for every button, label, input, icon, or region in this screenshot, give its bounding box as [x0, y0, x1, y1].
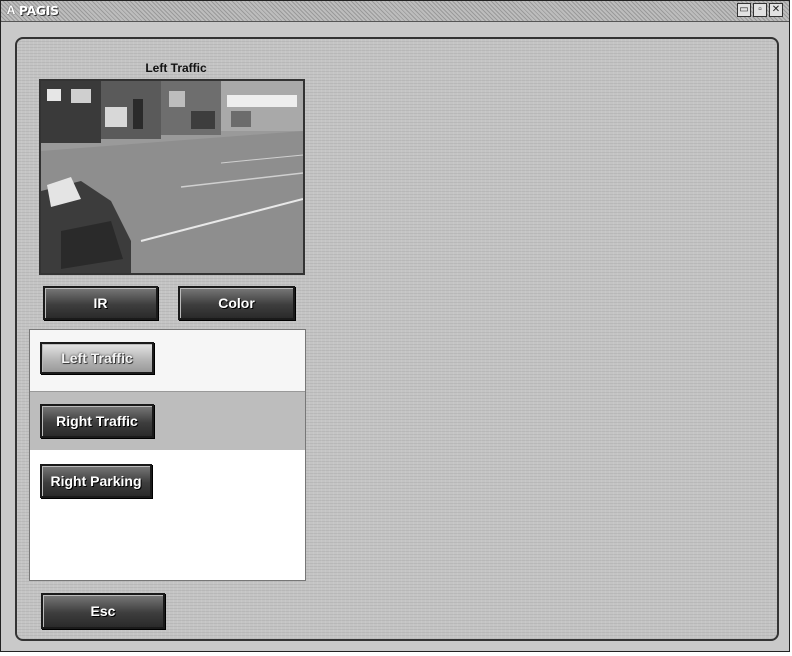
color-button[interactable]: Color	[178, 286, 295, 320]
camera-feed	[39, 79, 305, 275]
traffic-camera-image	[41, 81, 303, 273]
close-icon[interactable]: ✕	[769, 3, 783, 17]
list-row-right-traffic: Right Traffic	[30, 392, 305, 450]
right-parking-button[interactable]: Right Parking	[40, 464, 152, 498]
list-row-right-parking: Right Parking	[30, 450, 305, 582]
list-row-left-traffic: Left Traffic	[30, 330, 305, 392]
camera-title: Left Traffic	[145, 61, 207, 75]
minimize-icon[interactable]: ▭	[737, 3, 751, 17]
pagis-window: A PAGIS ▭ ▫ ✕ Left Traffic IR Color Left…	[0, 0, 790, 652]
restore-icon[interactable]: ▫	[753, 3, 767, 17]
app-logo-icon: A	[6, 3, 16, 17]
esc-button[interactable]: Esc	[41, 593, 165, 629]
right-traffic-button[interactable]: Right Traffic	[40, 404, 154, 438]
title-bar[interactable]: A PAGIS ▭ ▫ ✕	[1, 1, 789, 22]
left-traffic-button[interactable]: Left Traffic	[40, 342, 154, 374]
camera-list: Left Traffic Right Traffic Right Parking	[29, 329, 306, 581]
ir-button[interactable]: IR	[43, 286, 158, 320]
window-title: PAGIS	[19, 4, 59, 18]
